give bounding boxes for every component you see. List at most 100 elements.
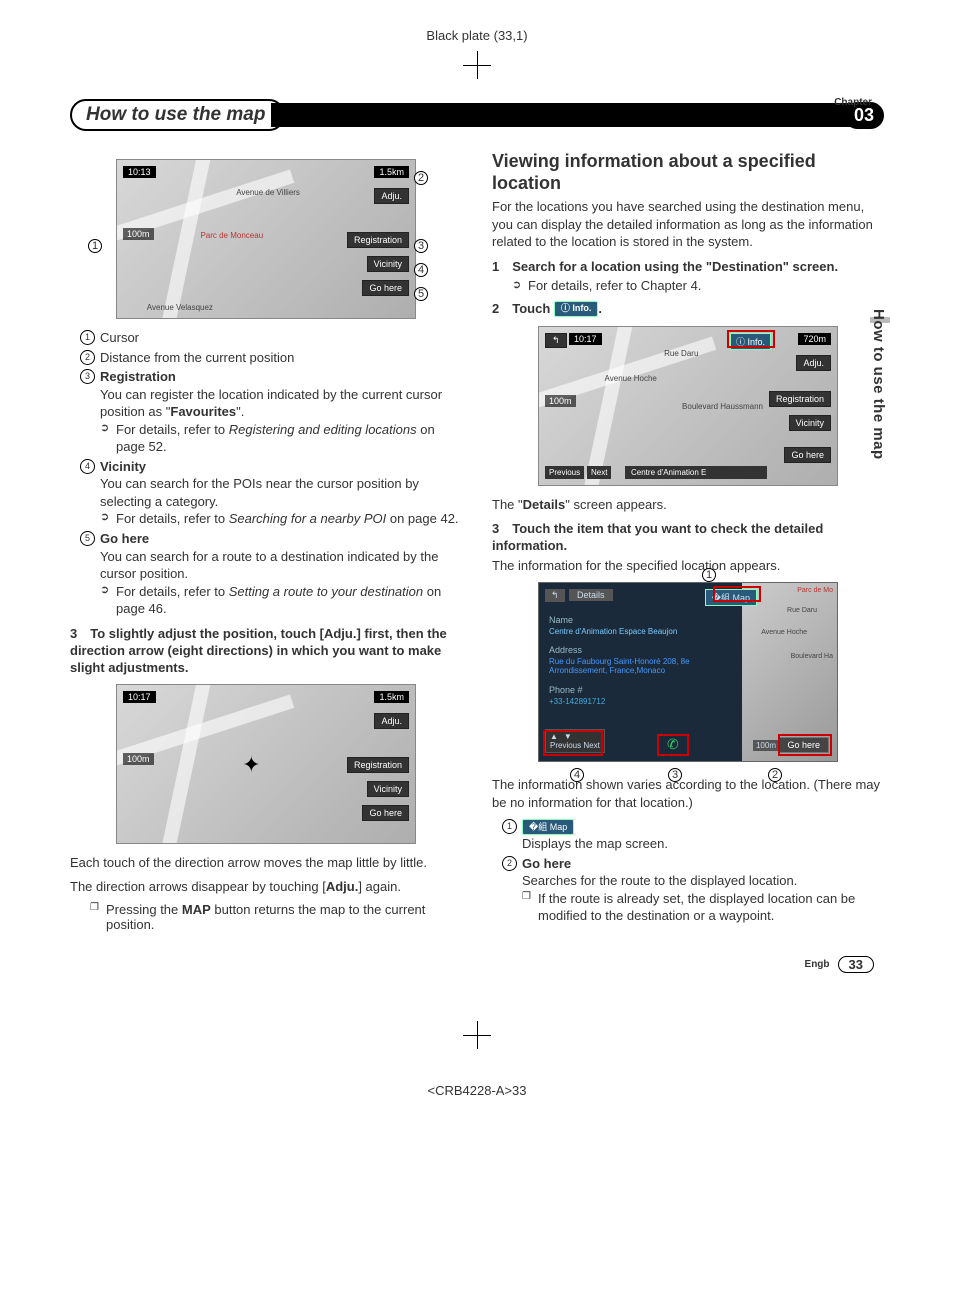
page-number: 33 xyxy=(838,956,874,973)
distance-badge: 720m xyxy=(798,333,831,345)
ref-text: For details, refer to xyxy=(116,422,229,437)
adju-button: Adju. xyxy=(796,355,831,371)
figure-1-map: 10:13 1.5km 100m Avenue de Villiers Parc… xyxy=(116,159,416,319)
step-3: 3 To slightly adjust the position, touch… xyxy=(70,626,462,677)
item-text: Searches for the route to the displayed … xyxy=(522,873,797,888)
clock-badge: 10:17 xyxy=(569,333,602,345)
details-word: Details xyxy=(523,497,566,512)
distance-badge: 1.5km xyxy=(374,166,409,178)
registration-button: Registration xyxy=(769,391,831,407)
favourites-word: Favourites xyxy=(170,404,236,419)
callout-1: 1 xyxy=(702,568,716,582)
street-label: Rue Daru xyxy=(664,349,698,358)
callout-list: Cursor Distance from the current positio… xyxy=(80,329,462,618)
figure-4-details: Parc de Mo Boulevard Ha Rue Daru Avenue … xyxy=(538,582,838,762)
crop-mark-bottom xyxy=(463,1021,491,1049)
figure-2-map-adjust: 10:17 1.5km 100m Adju. Registration Vici… xyxy=(116,684,416,844)
item-title: Go here xyxy=(522,856,571,871)
highlight-box xyxy=(727,330,775,348)
list-item: Go here Searches for the route to the di… xyxy=(502,855,884,925)
registration-button: Registration xyxy=(347,757,409,773)
vicinity-button: Vicinity xyxy=(367,256,409,272)
body-text: The "Details" screen appears. xyxy=(492,496,884,514)
page-title: How to use the map xyxy=(70,99,285,131)
ref-title: Registering and editing locations xyxy=(229,422,417,437)
mini-label: Parc de Mo xyxy=(797,587,833,594)
clock-badge: 10:13 xyxy=(123,166,156,178)
mini-label: Rue Daru xyxy=(787,607,817,614)
item-title: Vicinity xyxy=(100,459,146,474)
ref-title: Searching for a nearby POI xyxy=(229,511,387,526)
road-graphic xyxy=(156,684,211,844)
note-item: Pressing the MAP button returns the map … xyxy=(90,902,462,932)
item-text: You can register the location indicated … xyxy=(100,387,442,420)
language-label: Engb xyxy=(805,959,830,970)
note-item: If the route is already set, the display… xyxy=(522,890,884,925)
go-here-button: Go here xyxy=(362,280,409,296)
text: The " xyxy=(492,497,523,512)
text: Pressing the xyxy=(106,902,182,917)
go-here-button: Go here xyxy=(784,447,831,463)
details-list: �組 Map Displays the map screen. Go here … xyxy=(502,818,884,925)
phone-value: +33-142891712 xyxy=(549,697,605,706)
registration-button: Registration xyxy=(347,232,409,248)
text: ] again. xyxy=(358,879,401,894)
scale-badge: 100m xyxy=(123,753,154,765)
section-heading: Viewing information about a specified lo… xyxy=(492,151,884,194)
doc-id: <CRB4228-A>33 xyxy=(0,1083,954,1098)
vicinity-button: Vicinity xyxy=(367,781,409,797)
body-text: Each touch of the direction arrow moves … xyxy=(70,854,462,872)
title-bar: How to use the map 03 xyxy=(70,99,884,131)
callout-2: 2 xyxy=(414,171,428,185)
address-value: Rue du Faubourg Saint-Honoré 208, 8e Arr… xyxy=(549,657,729,675)
name-value: Centre d'Animation Espace Beaujon xyxy=(549,627,677,636)
text: 2 Touch xyxy=(492,301,554,316)
distance-badge: 1.5km xyxy=(374,691,409,703)
next-button: Next xyxy=(587,466,611,479)
text: . xyxy=(598,301,602,316)
road-graphic xyxy=(578,326,633,486)
text: The direction arrows disappear by touchi… xyxy=(70,879,326,894)
highlight-box xyxy=(543,730,603,756)
list-item: Vicinity You can search for the POIs nea… xyxy=(80,458,462,528)
callout-4: 4 xyxy=(414,263,428,277)
side-tab: How to use the map xyxy=(870,309,887,460)
ref-text: For details, refer to xyxy=(116,511,229,526)
callout-3: 3 xyxy=(414,239,428,253)
body-text: The information shown varies according t… xyxy=(492,776,884,811)
poi-label: Centre d'Animation E xyxy=(625,466,767,479)
cross-ref: For details, refer to Searching for a ne… xyxy=(100,510,462,528)
list-item: Cursor xyxy=(80,329,462,347)
adju-button: Adju. xyxy=(374,713,409,729)
body-text: The direction arrows disappear by touchi… xyxy=(70,878,462,896)
list-item: Distance from the current position xyxy=(80,349,462,367)
step-2: 2 Touch ⓘ Info.. xyxy=(492,301,884,318)
item-title: Registration xyxy=(100,369,176,384)
direction-arrows: ✦ xyxy=(242,752,260,778)
left-column: 10:13 1.5km 100m Avenue de Villiers Parc… xyxy=(70,151,462,932)
cross-ref: For details, refer to Setting a route to… xyxy=(100,583,462,618)
figure-3-map-info: 10:17 ↰ 720m 100m Avenue Hoche Boulevard… xyxy=(538,326,838,486)
item-title: Go here xyxy=(100,531,149,546)
ref-title: Setting a route to your destination xyxy=(229,584,423,599)
cross-ref: For details, refer to Registering and ed… xyxy=(100,421,462,456)
vicinity-button: Vicinity xyxy=(789,415,831,431)
ref-text: on page 42. xyxy=(386,511,458,526)
back-button: ↰ xyxy=(545,333,567,348)
address-label: Address xyxy=(549,645,582,655)
street-label: Avenue de Villiers xyxy=(236,188,300,197)
list-item: Go here You can search for a route to a … xyxy=(80,530,462,618)
ref-text: For details, refer to xyxy=(116,584,229,599)
callout-1: 1 xyxy=(88,239,102,253)
cross-ref: For details, refer to Chapter 4. xyxy=(512,278,884,293)
plate-line: Black plate (33,1) xyxy=(0,28,954,43)
body-text: For the locations you have searched usin… xyxy=(492,198,884,251)
details-title: Details xyxy=(569,589,613,601)
step-3-right: 3 Touch the item that you want to check … xyxy=(492,521,884,555)
callout-5: 5 xyxy=(414,287,428,301)
item-text: Displays the map screen. xyxy=(522,836,668,851)
name-label: Name xyxy=(549,615,573,625)
crop-mark-top xyxy=(463,51,491,79)
title-fill xyxy=(271,103,856,127)
scale-badge: 100m xyxy=(545,395,576,407)
